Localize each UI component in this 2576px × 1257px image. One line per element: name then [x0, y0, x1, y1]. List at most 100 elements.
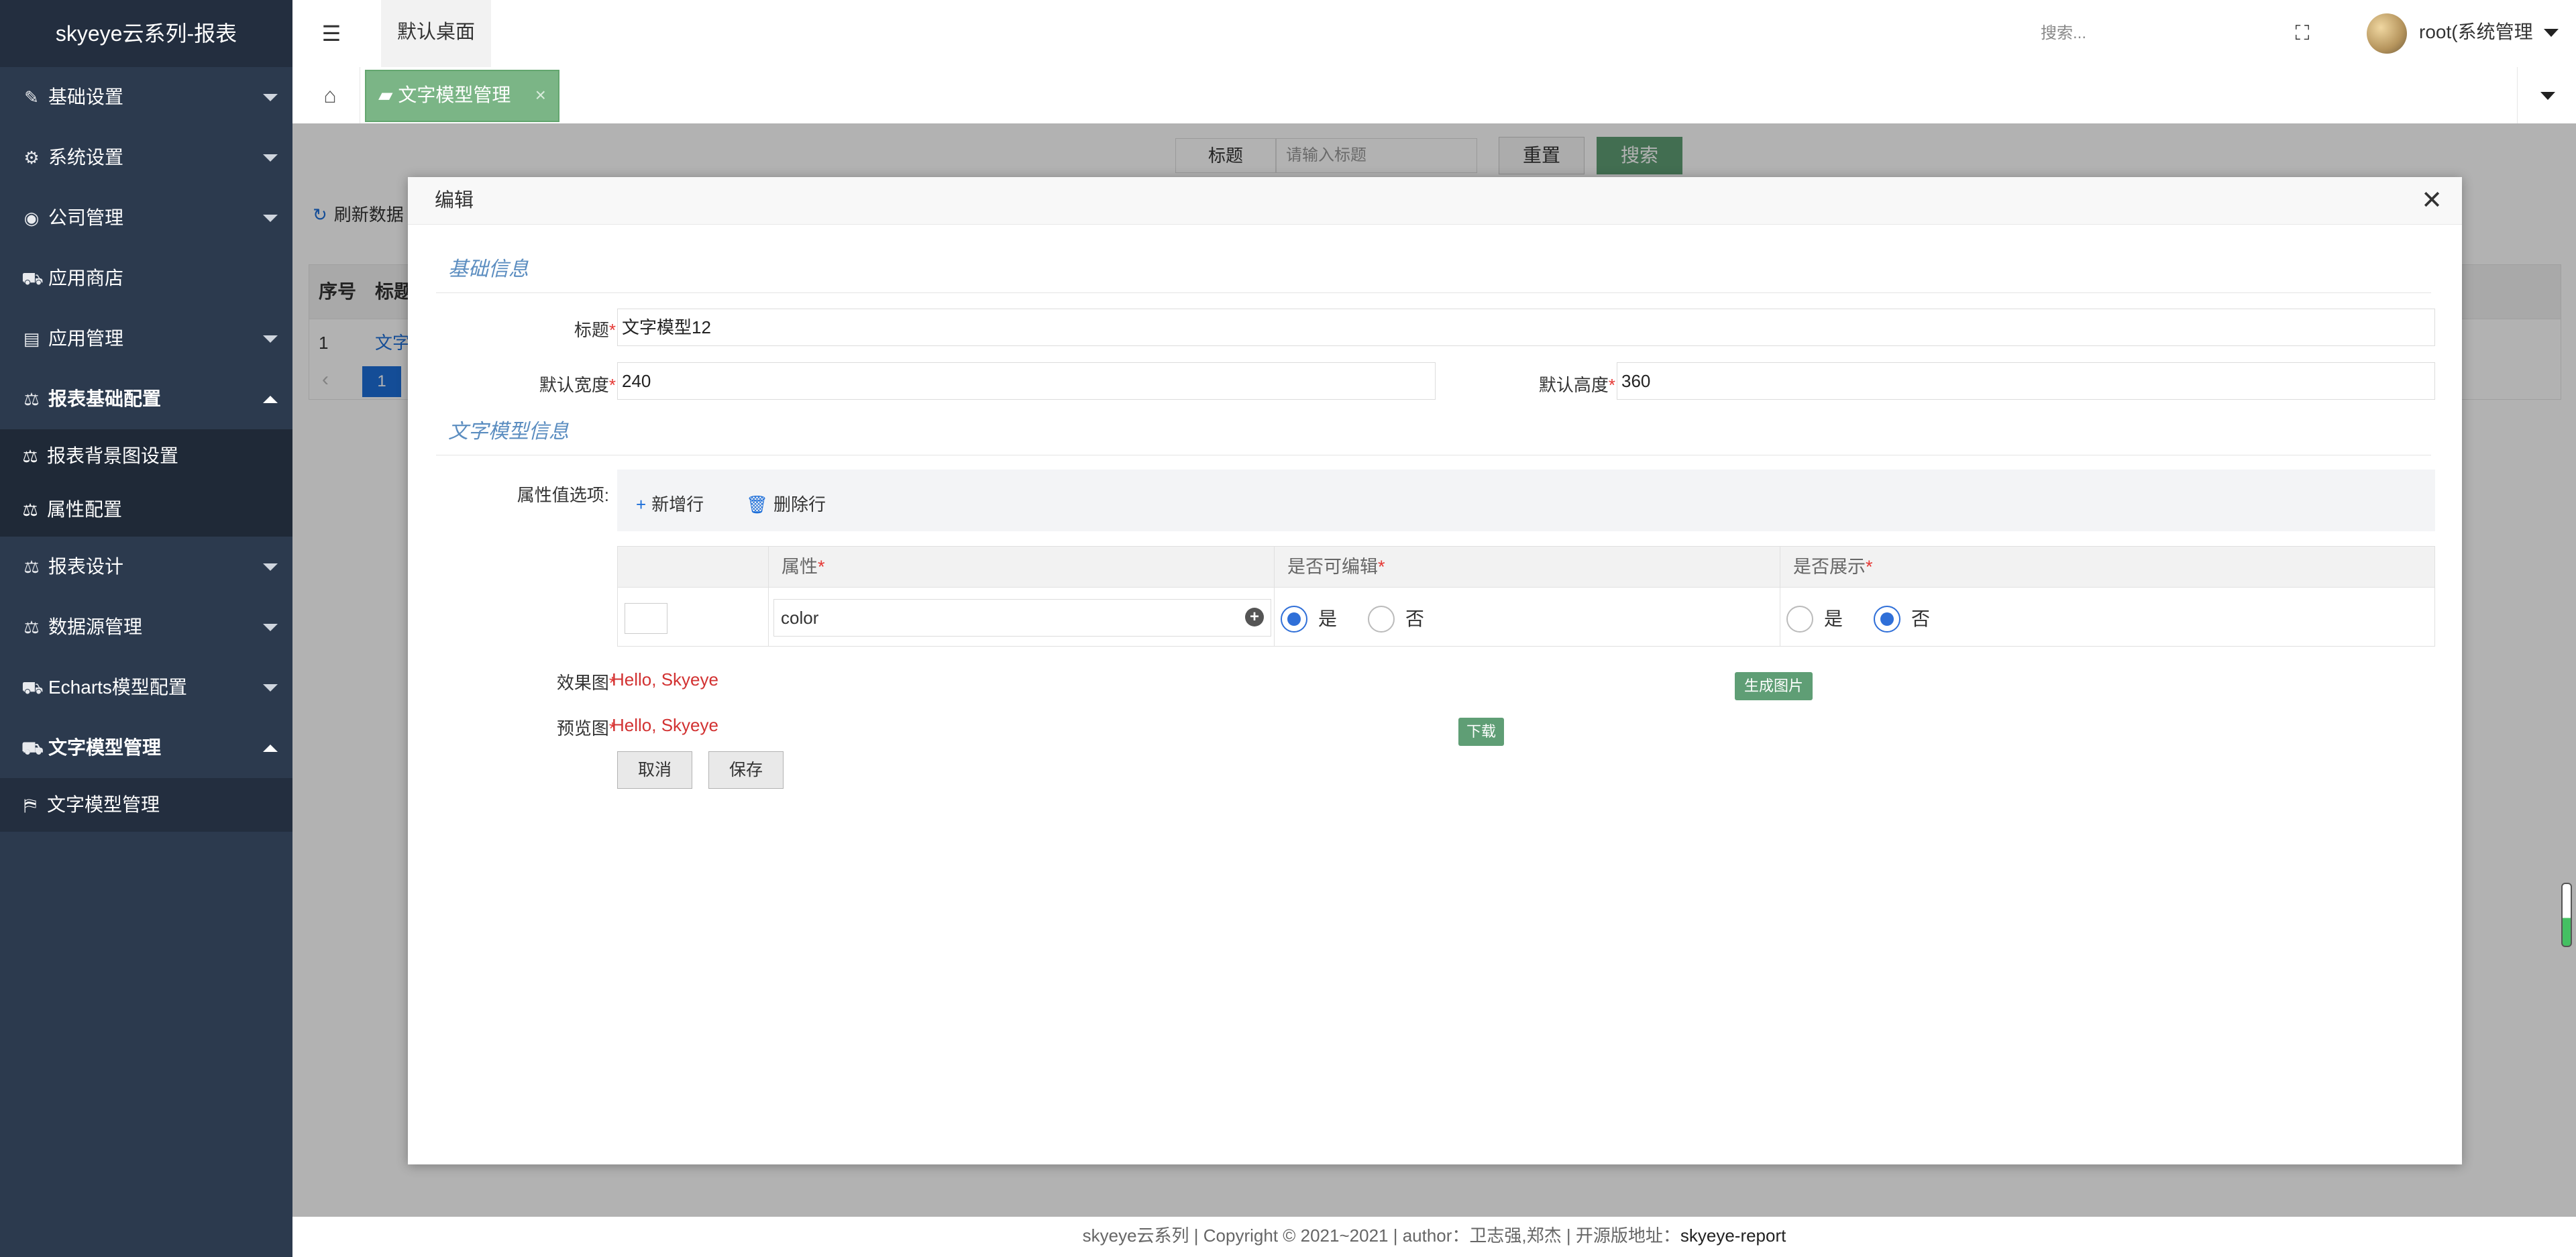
height-label: 默认高度*	[1488, 372, 1615, 396]
sidebar-item-echarts[interactable]: ⛟ Echarts模型配置	[0, 657, 292, 718]
fullscreen-icon[interactable]: ⛶	[2289, 20, 2316, 47]
show-yes-radio[interactable]	[1786, 606, 1813, 633]
dialog-header: 编辑 ✕	[408, 177, 2462, 225]
folder-open-icon: ⛿	[23, 795, 37, 815]
generate-image-button[interactable]: 生成图片	[1735, 672, 1813, 700]
preview-label: 预览图*	[515, 715, 616, 740]
app-logo-title: skyeye云系列-报表	[0, 0, 292, 67]
copyright-text: skyeye云系列 | Copyright © 2021~2021 | auth…	[1082, 1225, 1680, 1246]
sidebar-item-basic-settings[interactable]: ✎ 基础设置	[0, 67, 292, 127]
required-mark: *	[1378, 557, 1385, 577]
tab-text-model[interactable]: ▰ 文字模型管理 ×	[365, 70, 559, 122]
sidebar-item-app-store[interactable]: ⛟ 应用商店	[0, 248, 292, 309]
attr-value: color	[781, 608, 819, 628]
top-bar: ☰ 默认桌面 搜索... ⛶ root(系统管理	[292, 0, 2576, 68]
editable-no-radio[interactable]	[1368, 606, 1395, 633]
chevron-down-icon	[2540, 92, 2555, 100]
button-label: 新增行	[651, 494, 704, 514]
plus-icon: +	[636, 494, 647, 514]
sidebar-item-system-settings[interactable]: ⚙ 系统设置	[0, 127, 292, 188]
sidebar-item-report-config[interactable]: ⚖ 报表基础配置	[0, 369, 292, 429]
required-mark: *	[1608, 375, 1615, 395]
dialog-title: 编辑	[435, 190, 474, 211]
menu-toggle-icon[interactable]: ☰	[317, 19, 346, 48]
sidebar: skyeye云系列-报表 ✎ 基础设置 ⚙ 系统设置 ◉ 公司管理 ⛟ 应用商店 ▤ 应用…	[0, 0, 292, 1257]
required-mark: *	[818, 557, 825, 577]
download-button[interactable]: 下载	[1458, 718, 1504, 746]
sidebar-item-report-design[interactable]: ⚖ 报表设计	[0, 537, 292, 597]
cart-icon: ⛟	[21, 677, 44, 698]
sidebar-item-label: 应用商店	[48, 268, 124, 288]
balance-icon: ⚖	[22, 446, 38, 466]
cart-icon: ⛟	[21, 268, 44, 288]
edit-icon: ✎	[24, 87, 39, 107]
sidebar-subitem-attr-config[interactable]: ⚖ 属性配置	[0, 483, 292, 537]
label-text: 默认宽度	[539, 375, 609, 395]
chevron-down-icon	[263, 94, 278, 101]
attr-select[interactable]: color +	[773, 599, 1271, 637]
balance-icon: ⚖	[22, 500, 38, 520]
sidebar-item-label: 文字模型管理	[48, 737, 162, 758]
radio-label: 否	[1405, 608, 1425, 629]
delete-row-button[interactable]: 🗑 删除行	[746, 491, 826, 516]
sidebar-item-label: 数据源管理	[48, 616, 143, 637]
grid-header	[618, 547, 2434, 588]
tab-menu-button[interactable]	[2517, 67, 2576, 123]
cancel-button[interactable]: 取消	[617, 751, 692, 789]
sidebar-subitem-bg-image[interactable]: ⚖ 报表背景图设置	[0, 429, 292, 483]
width-label: 默认宽度*	[488, 372, 616, 396]
close-icon[interactable]: ✕	[2419, 188, 2445, 213]
trash-icon: 🗑	[746, 494, 769, 514]
row-select-box[interactable]	[625, 603, 667, 634]
label-text: 预览图	[556, 718, 609, 739]
sidebar-item-text-model[interactable]: ⛟ 文字模型管理	[0, 718, 292, 778]
preview-image-text: Hello, Skyeye	[612, 715, 718, 735]
effect-preview-text: Hello, Skyeye	[612, 669, 718, 690]
default-desktop-tab[interactable]: 默认桌面	[381, 0, 491, 67]
sidebar-subitem-text-model[interactable]: ⛿ 文字模型管理	[0, 778, 292, 832]
sidebar-item-company[interactable]: ◉ 公司管理	[0, 188, 292, 248]
show-no-radio[interactable]	[1874, 606, 1900, 633]
close-icon[interactable]: ×	[535, 71, 546, 119]
divider	[436, 292, 2431, 293]
sidebar-item-label: 属性配置	[47, 499, 123, 520]
chevron-up-icon	[263, 396, 278, 403]
title-field[interactable]: 文字模型12	[617, 309, 2435, 346]
column-header-show: 是否展示*	[1780, 547, 1873, 587]
add-row-button[interactable]: + 新增行	[636, 491, 704, 516]
title-label: 标题*	[515, 317, 616, 341]
sidebar-item-label: 文字模型管理	[47, 794, 160, 815]
attr-grid: 属性* 是否可编辑* 是否展示* color + 是 否 是 否	[617, 546, 2435, 647]
label-text: 默认高度	[1538, 375, 1609, 395]
balance-icon: ⚖	[23, 617, 40, 637]
height-field[interactable]: 360	[1617, 362, 2435, 400]
avatar[interactable]	[2367, 13, 2407, 54]
editable-yes-radio[interactable]	[1281, 606, 1307, 633]
folder-open-icon: ▰	[378, 85, 398, 105]
user-name[interactable]: root(系统管理	[2419, 19, 2533, 46]
column-label: 是否展示	[1793, 557, 1866, 577]
button-label: 删除行	[773, 494, 826, 514]
required-mark: *	[608, 375, 616, 395]
add-circle-icon[interactable]: +	[1245, 608, 1264, 626]
sidebar-item-label: 报表背景图设置	[47, 445, 179, 466]
section-text-model-info: 文字模型信息	[448, 421, 569, 443]
project-link[interactable]: skyeye-report	[1680, 1225, 1786, 1246]
scrollbar-thumb[interactable]	[2561, 883, 2572, 947]
sidebar-item-label: 系统设置	[48, 147, 124, 168]
sidebar-item-app-management[interactable]: ▤ 应用管理	[0, 309, 292, 369]
attr-toolbar: + 新增行 🗑 删除行	[617, 470, 2435, 531]
chevron-down-icon	[263, 563, 278, 571]
footer: skyeye云系列 | Copyright © 2021~2021 | auth…	[292, 1217, 2576, 1257]
chevron-up-icon	[263, 745, 278, 752]
sidebar-item-datasource[interactable]: ⚖ 数据源管理	[0, 597, 292, 657]
company-icon: ◉	[23, 208, 40, 228]
column-label: 属性	[782, 557, 818, 577]
search-input[interactable]: 搜索...	[2041, 20, 2175, 47]
radio-label: 是	[1318, 608, 1338, 629]
save-button[interactable]: 保存	[708, 751, 784, 789]
home-icon[interactable]: ⌂	[315, 80, 345, 110]
user-dropdown-icon[interactable]	[2544, 29, 2559, 37]
attr-options-label: 属性值选项:	[517, 485, 609, 505]
width-field[interactable]: 240	[617, 362, 1436, 400]
